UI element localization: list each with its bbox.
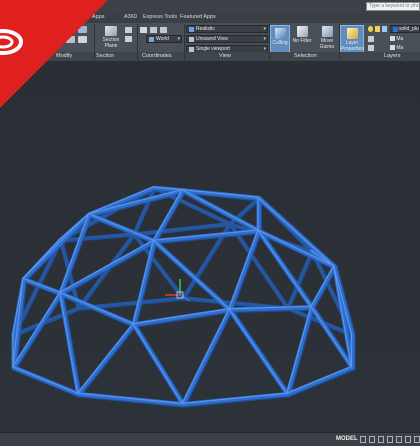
chevron-down-icon: ▾	[263, 26, 266, 32]
match-layer-button[interactable]: Ma	[390, 36, 420, 43]
osnap-icon[interactable]	[396, 436, 402, 443]
layer-tool-icon[interactable]	[368, 36, 374, 42]
coordinates-small-icon[interactable]	[160, 27, 167, 33]
make-current-label: Ma	[396, 45, 404, 51]
dome-strut-highlight[interactable]	[77, 323, 134, 394]
corner-logo-banner	[0, 0, 108, 108]
autocad-window: Type a keyword or phrase Apps A360 Expre…	[0, 0, 420, 446]
customize-icon[interactable]	[414, 436, 420, 443]
dome-strut-highlight[interactable]	[228, 308, 288, 394]
snap-icon[interactable]	[369, 436, 375, 443]
dome-strut[interactable]	[132, 222, 232, 236]
polar-icon[interactable]	[387, 436, 393, 443]
named-view-icon	[189, 37, 194, 42]
drawing-viewport[interactable]	[0, 61, 420, 432]
move-gizmo-label: Move Gizmo	[319, 38, 335, 50]
layer-tool-icon[interactable]	[368, 45, 374, 51]
culling-icon	[274, 28, 286, 39]
dome-strut-highlight[interactable]	[59, 291, 79, 394]
search-input[interactable]: Type a keyword or phrase	[366, 2, 420, 11]
ucs-icon[interactable]	[140, 27, 147, 33]
no-filter-button[interactable]: No Filter	[291, 26, 313, 44]
layer-stack-icon	[346, 28, 358, 39]
named-view-dropdown[interactable]: Unsaved View ▾	[186, 35, 268, 43]
dome-strut[interactable]	[180, 307, 232, 407]
panel-divider	[137, 24, 138, 60]
world-icon	[149, 37, 154, 42]
dome-strut[interactable]	[58, 238, 157, 296]
status-bar: MODEL	[0, 432, 420, 446]
dome-strut-highlight[interactable]	[286, 305, 312, 394]
visual-style-icon	[189, 27, 194, 32]
dome-strut[interactable]	[76, 391, 186, 407]
dome-strut[interactable]	[285, 305, 314, 397]
panel-label-selection[interactable]: Selection	[294, 53, 317, 59]
match-layer-icon	[390, 36, 395, 42]
named-view-value: Unsaved View	[196, 36, 228, 42]
visual-style-dropdown[interactable]: Realistic ▾	[186, 25, 268, 33]
ortho-icon[interactable]	[378, 436, 384, 443]
tab-a360[interactable]: A360	[124, 14, 137, 20]
make-current-button[interactable]: Ma	[390, 45, 420, 52]
layer-state-icon[interactable]	[368, 26, 373, 32]
panel-divider	[269, 24, 270, 60]
filter-icon	[296, 26, 308, 37]
move-gizmo-button[interactable]: Move Gizmo	[316, 26, 338, 50]
section-small-icon[interactable]	[125, 27, 132, 33]
model-space-button[interactable]: MODEL	[336, 436, 358, 442]
dome-strut[interactable]	[76, 232, 136, 310]
dome-strut-highlight[interactable]	[257, 196, 335, 267]
tab-express-tools[interactable]: Express Tools	[143, 14, 177, 20]
dome-strut[interactable]	[180, 391, 290, 407]
make-current-icon	[390, 45, 395, 51]
tab-featured-apps[interactable]: Featured Apps	[180, 14, 216, 20]
no-filter-label: No Filter	[292, 38, 312, 44]
panel-divider	[184, 24, 185, 60]
geodesic-dome-model[interactable]	[0, 61, 420, 432]
culling-label: Culling	[272, 40, 288, 46]
dome-strut-highlight[interactable]	[59, 291, 134, 325]
ucs-value: World	[156, 36, 169, 42]
grid-icon[interactable]	[360, 436, 366, 443]
layer-color-swatch	[393, 27, 398, 32]
dome-strut[interactable]	[76, 322, 136, 397]
layer-properties-label: Layer Properties	[341, 40, 364, 52]
panel-label-layers[interactable]: Layers	[384, 53, 401, 59]
current-layer-value: solid_plus	[399, 26, 420, 32]
dome-strut-highlight[interactable]	[181, 308, 230, 404]
layer-state-icon[interactable]	[375, 26, 380, 32]
layer-properties-button[interactable]: Layer Properties	[340, 25, 364, 53]
layer-state-icon[interactable]	[382, 26, 387, 32]
panel-label-coordinates[interactable]: Coordinates	[142, 53, 172, 59]
section-small-icon[interactable]	[125, 36, 132, 42]
chevron-down-icon: ▾	[263, 36, 266, 42]
panel-divider	[339, 24, 340, 60]
dome-strut-highlight[interactable]	[132, 308, 230, 325]
move-gizmo-icon	[321, 26, 333, 37]
panel-label-view[interactable]: View	[219, 53, 231, 59]
current-layer-dropdown[interactable]: solid_plus	[390, 25, 420, 33]
match-layer-label: Ma	[396, 36, 404, 42]
culling-button[interactable]: Culling	[270, 25, 290, 53]
chevron-down-icon: ▾	[177, 36, 180, 42]
dome-strut[interactable]	[131, 307, 232, 327]
coordinates-small-icon[interactable]	[150, 27, 157, 33]
ucs-dropdown[interactable]: World ▾	[146, 35, 182, 43]
visual-style-value: Realistic	[196, 26, 215, 32]
workspace-icon[interactable]	[405, 436, 411, 443]
dome-strut-highlight[interactable]	[132, 323, 183, 404]
dome-strut-highlight[interactable]	[12, 366, 79, 394]
